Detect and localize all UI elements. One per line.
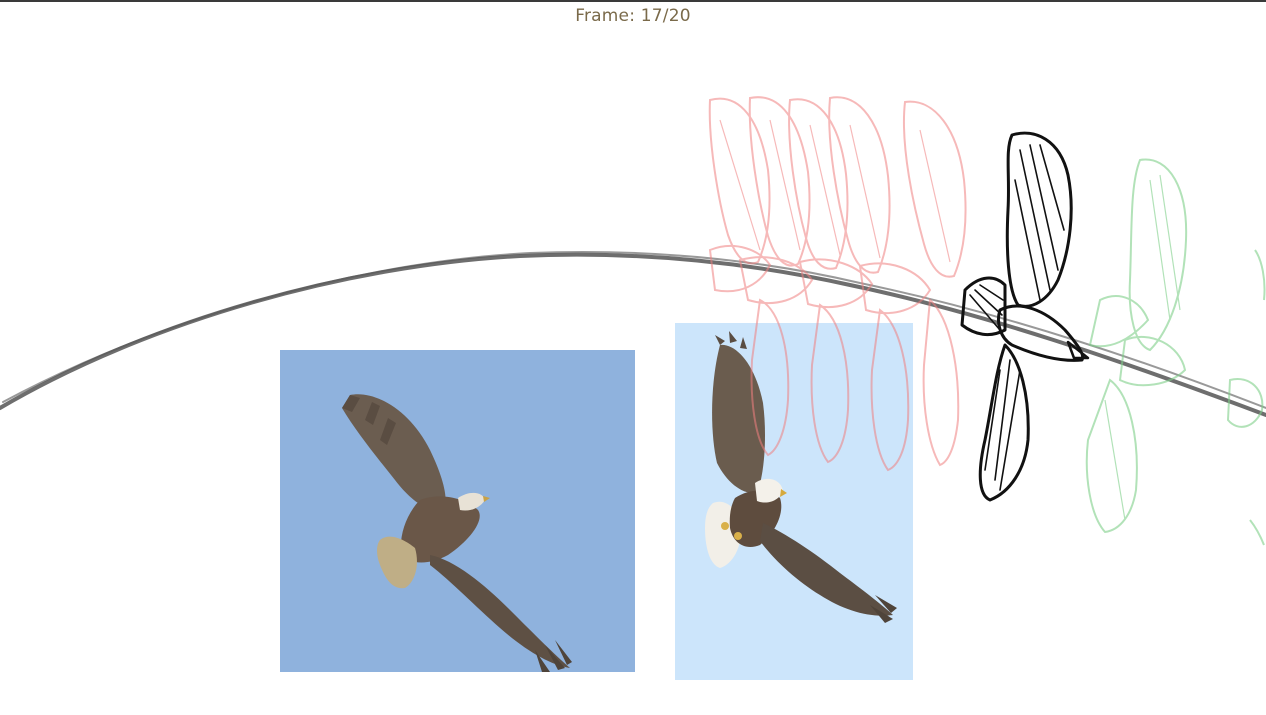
reference-photo-eagle-banking[interactable]	[675, 323, 913, 680]
eagle-photo-icon	[280, 350, 635, 672]
window-top-border	[0, 0, 1266, 2]
onion-skin-next-frames	[1085, 158, 1266, 546]
reference-photo-eagle-soaring[interactable]	[280, 350, 635, 672]
eagle-photo-icon	[675, 323, 913, 680]
animation-canvas[interactable]: Frame: 17/20	[0, 0, 1266, 715]
current-frame-drawing	[960, 131, 1090, 502]
frame-counter: Frame: 17/20	[575, 6, 691, 26]
